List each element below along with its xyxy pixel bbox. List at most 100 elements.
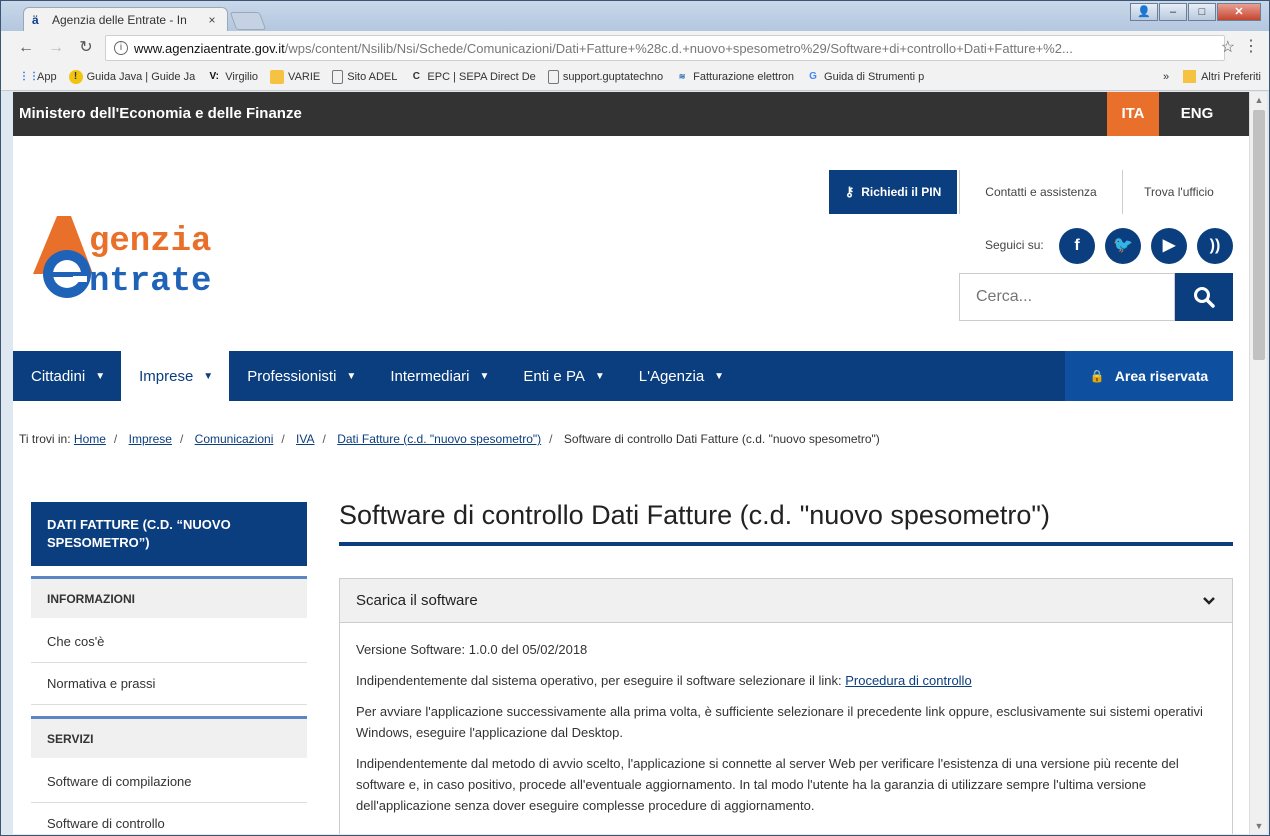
ministry-name[interactable]: Ministero dell'Economia e delle Finanze — [19, 105, 302, 122]
follow-label: Seguici su: — [985, 238, 1044, 252]
info-icon[interactable]: i — [114, 41, 128, 55]
search-icon — [1194, 287, 1215, 308]
find-office-link[interactable]: Trova l'ufficio — [1122, 170, 1235, 214]
new-tab-button[interactable] — [229, 12, 267, 30]
forward-icon[interactable]: → — [45, 37, 67, 59]
google-icon: G — [809, 71, 817, 82]
breadcrumb-iva[interactable]: IVA — [296, 432, 314, 446]
minimize-icon[interactable]: – — [1159, 3, 1187, 21]
paragraph-update: Indipendentemente dal metodo di avvio sc… — [356, 756, 1179, 813]
main-navigation: Cittadini ▼ Imprese ▼ Professionisti ▼ Inte… — [13, 351, 1249, 401]
nav-cittadini[interactable]: Cittadini ▼ — [13, 351, 121, 401]
bookmark-item[interactable]: V: Virgilio — [207, 70, 259, 84]
accordion-body: Versione Software: 1.0.0 del 05/02/2018 … — [340, 623, 1232, 834]
bookmark-item[interactable]: Sito ADEL — [332, 70, 397, 84]
ministry-band: Ministero dell'Economia e delle Finanze … — [13, 92, 1249, 136]
rss-icon[interactable]: )) — [1197, 228, 1233, 264]
contacts-link[interactable]: Contatti e assistenza — [959, 170, 1122, 214]
vertical-scrollbar[interactable]: ▲ ▼ — [1249, 92, 1267, 834]
nav-label: L'Agenzia — [638, 367, 705, 385]
breadcrumb-current: Software di controllo Dati Fatture (c.d.… — [563, 432, 880, 446]
accordion-title: Scarica il software — [356, 592, 478, 609]
nav-intermediari[interactable]: Intermediari ▼ — [372, 351, 505, 401]
breadcrumb-home[interactable]: Home — [74, 432, 106, 446]
bookmark-item[interactable]: ≋ Fatturazione elettron — [675, 70, 794, 84]
scroll-up-icon[interactable]: ▲ — [1250, 92, 1268, 108]
breadcrumb-separator: / — [281, 432, 285, 446]
sidebar-item-che-cose[interactable]: Che cos'è — [31, 621, 307, 663]
user-icon[interactable]: 👤 — [1130, 3, 1158, 21]
window-controls: 👤 – □ ✕ — [1129, 3, 1261, 21]
epc-icon: C — [412, 71, 420, 82]
search-button[interactable] — [1175, 273, 1233, 321]
browser-menu-icon[interactable]: ⋮ — [1243, 36, 1259, 56]
logo-text-bottom: ntrate — [89, 263, 211, 301]
facebook-icon[interactable]: f — [1059, 228, 1095, 264]
page-icon — [547, 70, 559, 84]
bookmark-item[interactable]: G Guida di Strumenti p — [806, 70, 924, 84]
lang-ita-button[interactable]: ITA — [1107, 92, 1159, 136]
youtube-icon[interactable]: ▶ — [1151, 228, 1187, 264]
nav-label: Intermediari — [390, 367, 470, 385]
sidebar-header[interactable]: DATI FATTURE (C.D. “NUOVO SPESOMETRO”) — [31, 502, 307, 566]
search-input[interactable] — [959, 273, 1175, 321]
breadcrumb-comunicazioni[interactable]: Comunicazioni — [195, 432, 274, 446]
bookmarks-bar: ⋮⋮ App ! Guida Java | Guide Ja V: Virgilio … — [1, 65, 1269, 89]
reload-icon[interactable]: ↻ — [75, 37, 97, 59]
other-bookmarks[interactable]: Altri Preferiti — [1201, 71, 1261, 83]
nav-agenzia[interactable]: L'Agenzia ▼ — [621, 351, 740, 401]
nav-enti-pa[interactable]: Enti e PA ▼ — [505, 351, 620, 401]
sidebar-item-normativa[interactable]: Normativa e prassi — [31, 663, 307, 705]
paragraph-start: Per avviare l'applicazione successivamen… — [356, 704, 1203, 740]
reserved-area-label: Area riservata — [1114, 368, 1209, 384]
sidebar-section-info: INFORMAZIONI — [31, 576, 307, 618]
sidebar-item-controllo[interactable]: Software di controllo — [31, 803, 307, 834]
bookmark-item[interactable]: VARIE — [270, 70, 320, 84]
breadcrumb-separator: / — [549, 432, 553, 446]
bookmarks-more-button[interactable]: » — [1163, 71, 1169, 83]
close-window-icon[interactable]: ✕ — [1217, 3, 1261, 21]
fattura-icon: ≋ — [678, 72, 686, 81]
address-bar[interactable]: i www.agenziaentrate.gov.it/wps/content/… — [105, 35, 1225, 61]
bookmark-star-icon[interactable]: ☆ — [1221, 37, 1235, 57]
logo-mark-icon: genzia ntrate — [33, 216, 211, 301]
nav-imprese[interactable]: Imprese ▼ — [121, 351, 230, 401]
software-version: Versione Software: 1.0.0 del 05/02/2018 — [356, 642, 588, 657]
bookmark-item[interactable]: ⋮⋮ App — [19, 70, 57, 84]
scroll-down-icon[interactable]: ▼ — [1250, 818, 1268, 834]
agenzia-logo[interactable]: genzia ntrate — [27, 212, 297, 302]
page-viewport: Ministero dell'Economia e delle Finanze … — [13, 92, 1249, 834]
breadcrumb-prefix: Ti trovi in: — [19, 432, 71, 446]
chevron-down-icon: ▼ — [479, 370, 490, 382]
bookmark-item[interactable]: C EPC | SEPA Direct De — [409, 70, 536, 84]
accordion-header[interactable]: Scarica il software — [340, 579, 1232, 623]
breadcrumb-separator: / — [113, 432, 118, 446]
agenzia-favicon-icon: ä — [32, 12, 39, 27]
browser-tab[interactable]: ä Agenzia delle Entrate - In × — [23, 7, 228, 31]
sidebar-item-compilazione[interactable]: Software di compilazione — [31, 761, 307, 803]
reserved-area-button[interactable]: 🔒 Area riservata — [1065, 351, 1233, 401]
paragraph-procedure: Indipendentemente dal sistema operativo,… — [356, 670, 1216, 691]
bookmark-label: Virgilio — [225, 71, 259, 83]
maximize-icon[interactable]: □ — [1188, 3, 1216, 21]
twitter-icon[interactable]: 🐦 — [1105, 228, 1141, 264]
lock-icon: 🔒 — [1089, 369, 1105, 383]
breadcrumb-imprese[interactable]: Imprese — [129, 432, 172, 446]
bookmark-item[interactable]: ! Guida Java | Guide Ja — [68, 70, 195, 84]
chevron-down-icon — [1203, 596, 1215, 605]
sidebar-section-services: SERVIZI — [31, 716, 307, 758]
scrollbar-thumb[interactable] — [1253, 110, 1265, 360]
breadcrumb-separator: / — [179, 432, 184, 446]
tab-close-icon[interactable]: × — [205, 13, 219, 27]
title-divider — [339, 542, 1233, 546]
nav-professionisti[interactable]: Professionisti ▼ — [229, 351, 372, 401]
bookmark-item[interactable]: support.guptatechno — [547, 70, 663, 84]
lang-eng-button[interactable]: ENG — [1159, 92, 1235, 136]
java-icon: ! — [68, 70, 83, 84]
nav-gap — [1233, 351, 1249, 401]
breadcrumb-dati-fatture[interactable]: Dati Fatture (c.d. "nuovo spesometro") — [337, 432, 541, 446]
procedure-link[interactable]: Procedura di controllo — [845, 673, 971, 688]
back-icon[interactable]: ← — [15, 37, 37, 59]
browser-window: ä Agenzia delle Entrate - In × 👤 – □ ✕ ←… — [0, 0, 1270, 836]
request-pin-button[interactable]: ⚷ Richiedi il PIN — [829, 170, 957, 214]
